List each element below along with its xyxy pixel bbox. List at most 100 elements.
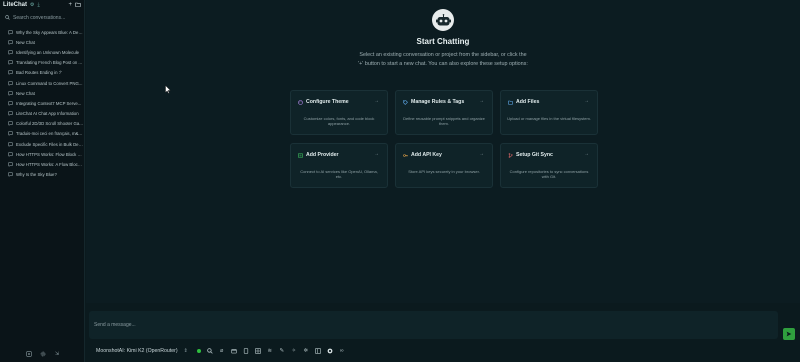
model-selector[interactable]: MoonshotAI: Kimi K2 (OpenRouter) xyxy=(96,348,178,354)
conversation-title: Identifying an Unknown Molecule xyxy=(16,49,80,55)
settings-icon[interactable]: ⚙ xyxy=(30,2,34,8)
attach-icon[interactable]: ⌀ xyxy=(219,348,225,354)
chat-icon xyxy=(8,50,13,55)
card-description: Store API keys securely in your browser. xyxy=(408,169,480,174)
project-icon[interactable] xyxy=(231,348,237,354)
search-icon xyxy=(5,15,10,20)
conversation-title: Exclude Specific Files in Bulk Del... xyxy=(16,141,83,147)
chat-icon xyxy=(8,162,13,168)
search-tool-button[interactable] xyxy=(207,348,213,354)
conversation-item[interactable]: Identifying an Unknown Molecule xyxy=(0,47,84,57)
conversation-item[interactable]: How HTTPS Works: A Flow Block ... xyxy=(0,159,84,169)
card-configure-theme[interactable]: Configure Theme → Customize colors, font… xyxy=(290,90,388,135)
card-add-files[interactable]: Add Files → Upload or manage files in th… xyxy=(500,90,598,135)
new-chat-button[interactable]: + xyxy=(68,2,72,9)
page-subtitle: Select an existing conversation or proje… xyxy=(358,52,528,67)
composer: Send a message... MoonshotAI: Kimi K2 (O… xyxy=(86,303,800,362)
arrow-right-icon: → xyxy=(479,98,484,104)
chat-icon xyxy=(8,40,13,45)
message-input[interactable]: Send a message... xyxy=(89,311,778,339)
app-title: LiteChat xyxy=(3,2,27,8)
conversation-item[interactable]: Linux Command to Convert PNG... xyxy=(0,78,84,88)
chat-icon xyxy=(8,81,13,86)
chat-icon xyxy=(8,101,13,106)
message-placeholder: Send a message... xyxy=(94,322,136,328)
tag-icon xyxy=(403,99,408,105)
card-add-provider[interactable]: Add Provider → Connect to AI services li… xyxy=(290,143,388,188)
chat-icon xyxy=(8,70,13,76)
palette-icon xyxy=(298,99,303,105)
conversation-item[interactable]: Exclude Specific Files in Bulk Del... xyxy=(0,139,84,149)
settings-button[interactable] xyxy=(26,351,32,357)
chevron-up-down-icon[interactable]: ⇕ xyxy=(184,348,188,354)
conversation-title: Colorful 2D/3D Scroll Shooter Ga... xyxy=(16,121,83,127)
arrow-right-icon: → xyxy=(584,151,589,157)
card-description: Configure repositories to sync conversat… xyxy=(509,169,589,179)
collapse-sidebar-icon[interactable]: ⇲ xyxy=(54,351,60,357)
conversation-item[interactable]: LiteChat AI Chat App Information xyxy=(0,109,84,119)
wifi-icon[interactable]: ≋ xyxy=(267,348,273,354)
conversation-title: Linux Command to Convert PNG... xyxy=(16,80,83,86)
search-input[interactable]: Search conversations... xyxy=(13,15,65,21)
layout-icon[interactable] xyxy=(315,348,321,354)
new-folder-button[interactable] xyxy=(75,2,81,9)
robot-icon xyxy=(432,9,454,31)
card-description: Define reusable prompt snippets and orga… xyxy=(403,116,485,126)
card-title: Add Files xyxy=(516,99,540,105)
chat-icon xyxy=(8,111,13,117)
chat-icon xyxy=(8,131,13,137)
brush-icon[interactable]: ✎ xyxy=(279,348,285,354)
grid-icon[interactable] xyxy=(255,348,261,354)
conversation-item[interactable]: Why Is the Sky Blue? xyxy=(0,170,84,180)
conversation-title: New Chat xyxy=(16,39,35,45)
conversation-title: Integrating Context7 MCP Serve... xyxy=(16,100,82,106)
card-description: Customize colors, fonts, and code block … xyxy=(303,116,375,126)
download-icon[interactable]: ⤓ xyxy=(37,2,39,8)
arrow-right-icon: → xyxy=(374,98,379,104)
card-title: Manage Rules & Tags xyxy=(411,99,465,105)
card-add-api-key[interactable]: Add API Key → Store API keys securely in… xyxy=(395,143,493,188)
card-title: Add Provider xyxy=(306,152,339,158)
chat-icon xyxy=(8,172,13,178)
chat-icon xyxy=(8,91,13,96)
empty-state: Start Chatting Select an existing conver… xyxy=(86,9,800,68)
conversation-item[interactable]: Translating French Blog Post on ... xyxy=(0,58,84,68)
page-title: Start Chatting xyxy=(416,37,470,46)
git-icon xyxy=(508,152,513,158)
card-title: Add API Key xyxy=(411,152,442,158)
conversation-item[interactable]: Why the Sky Appears Blue: A Deta... xyxy=(0,27,84,37)
card-title: Setup Git Sync xyxy=(516,152,553,158)
conversation-title: Why Is the Sky Blue? xyxy=(16,172,57,178)
conversation-item[interactable]: Integrating Context7 MCP Serve... xyxy=(0,98,84,108)
file-icon xyxy=(508,100,513,105)
search-bar[interactable]: Search conversations... xyxy=(3,12,81,23)
card-description: Connect to AI services like OpenAI, Olla… xyxy=(300,169,378,179)
sidebar: LiteChat ⚙ ⤓ + Search conversations... W… xyxy=(0,0,85,362)
card-setup-git-sync[interactable]: Setup Git Sync → Configure repositories … xyxy=(500,143,598,188)
link-icon[interactable]: ∞ xyxy=(339,348,345,354)
arrow-right-icon: → xyxy=(479,151,484,157)
composer-toolbar: MoonshotAI: Kimi K2 (OpenRouter) ⇕ ⌀ ≋ ✎… xyxy=(96,347,345,355)
conversation-item[interactable]: New Chat xyxy=(0,88,84,98)
send-icon xyxy=(786,331,792,337)
document-icon[interactable] xyxy=(243,348,249,354)
main-panel: Start Chatting Select an existing conver… xyxy=(86,0,800,303)
card-manage-rules-tags[interactable]: Manage Rules & Tags → Define reusable pr… xyxy=(395,90,493,135)
send-button[interactable] xyxy=(783,328,795,340)
conversation-title: Translating French Blog Post on ... xyxy=(16,60,82,66)
record-icon[interactable] xyxy=(327,348,333,354)
conversation-item[interactable]: New Chat xyxy=(0,37,84,47)
key-icon xyxy=(403,153,408,158)
gear-icon[interactable] xyxy=(40,351,46,357)
conversation-item[interactable]: Bad Routes Ending in '/' xyxy=(0,68,84,78)
sparkle-icon[interactable]: ✧ xyxy=(291,348,297,354)
settings-icon[interactable]: ✲ xyxy=(303,348,309,354)
conversation-title: How HTTPS Works: Flow Block Ex... xyxy=(16,151,83,157)
conversation-item[interactable]: Traduis-moi ceci en français, m&... xyxy=(0,129,84,139)
conversation-item[interactable]: How HTTPS Works: Flow Block Ex... xyxy=(0,149,84,159)
conversation-title: New Chat xyxy=(16,90,35,96)
chat-icon xyxy=(8,60,13,66)
setup-cards: Configure Theme → Customize colors, font… xyxy=(290,90,598,188)
conversation-item[interactable]: Colorful 2D/3D Scroll Shooter Ga... xyxy=(0,119,84,129)
sidebar-header: LiteChat ⚙ ⤓ + xyxy=(0,0,84,10)
